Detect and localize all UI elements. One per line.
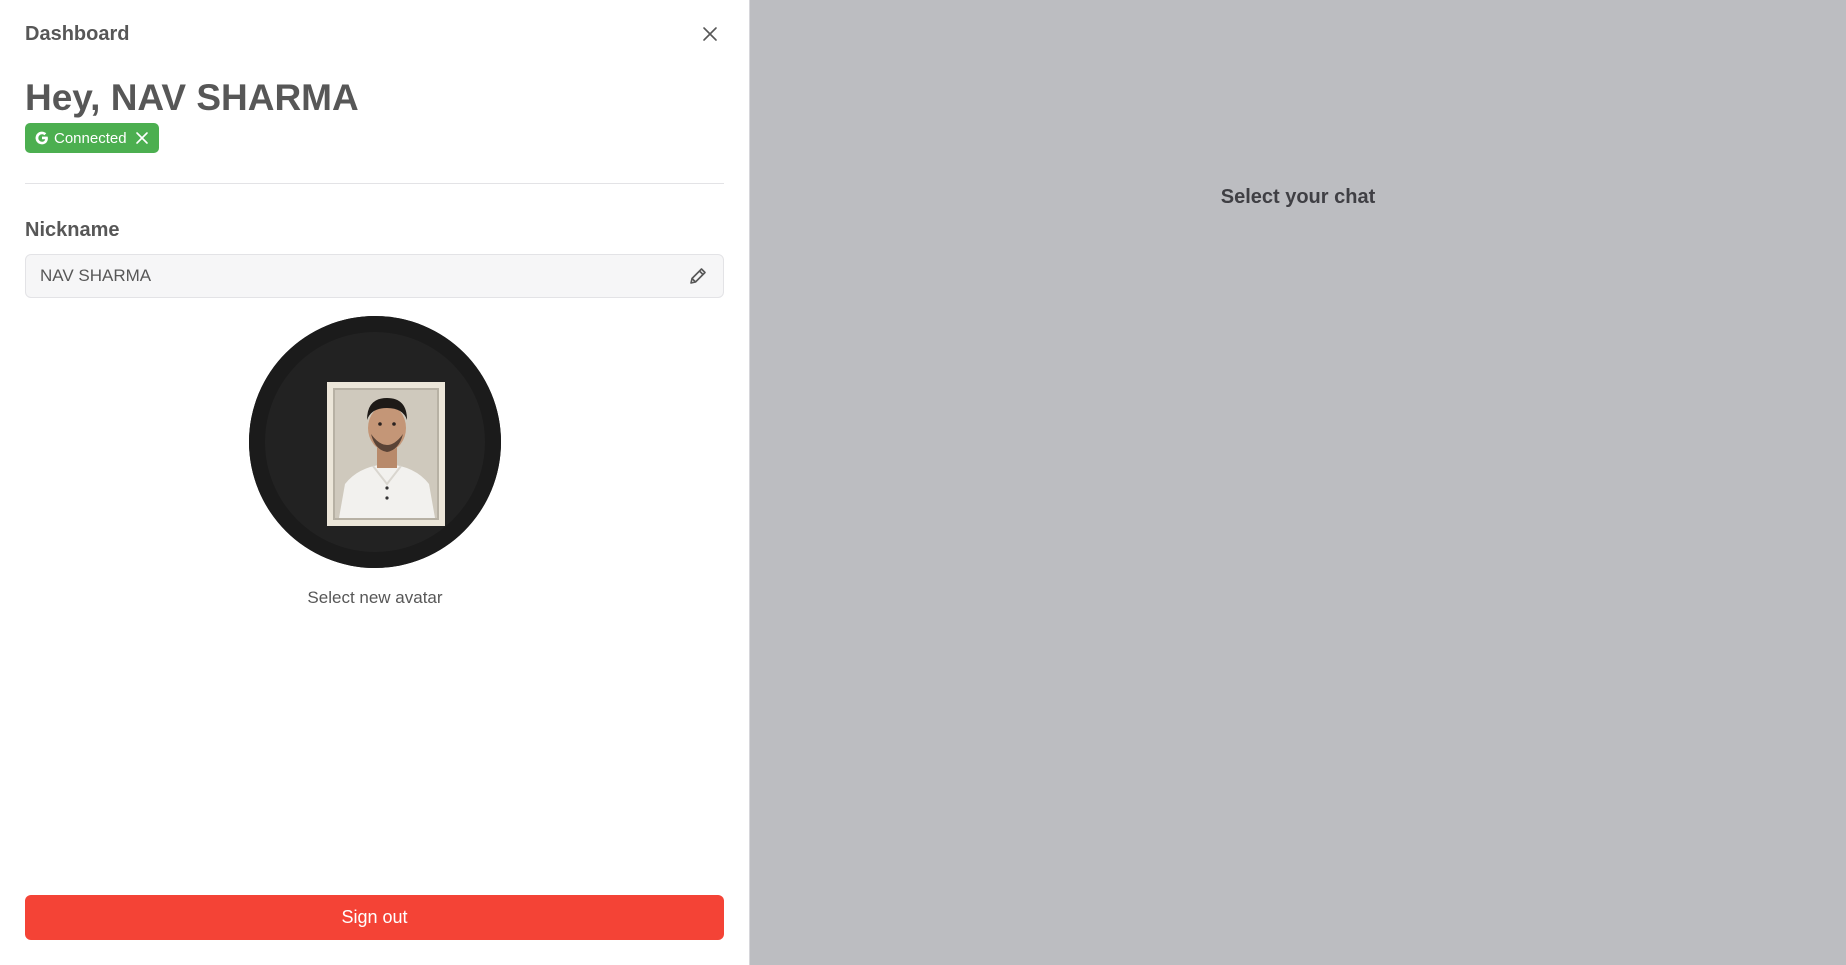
app-root: Dashboard Hey, NAV SHARMA Connected Nick… [0, 0, 1846, 965]
nickname-value[interactable]: NAV SHARMA [40, 266, 687, 286]
nickname-field[interactable]: NAV SHARMA [25, 254, 724, 298]
avatar[interactable] [249, 316, 501, 568]
drawer-title: Dashboard [25, 23, 130, 45]
avatar-caption[interactable]: Select new avatar [0, 588, 750, 608]
drawer-header: Dashboard [25, 20, 724, 48]
avatar-photo [249, 316, 501, 568]
greeting-heading: Hey, NAV SHARMA [25, 77, 359, 118]
close-icon [703, 27, 717, 41]
google-icon [35, 131, 48, 145]
dashboard-drawer: Dashboard Hey, NAV SHARMA Connected Nick… [0, 0, 750, 965]
empty-chat-message: Select your chat [1220, 186, 1376, 208]
chat-area: Select your chat [750, 0, 1846, 965]
badge-label: Connected [54, 129, 127, 147]
nickname-label: Nickname [25, 219, 120, 241]
pencil-icon[interactable] [687, 265, 709, 287]
close-drawer-button[interactable] [700, 24, 720, 44]
provider-badge: Connected [25, 123, 159, 153]
sign-out-button[interactable]: Sign out [25, 895, 724, 940]
divider [25, 183, 724, 184]
disconnect-icon[interactable] [135, 131, 149, 145]
